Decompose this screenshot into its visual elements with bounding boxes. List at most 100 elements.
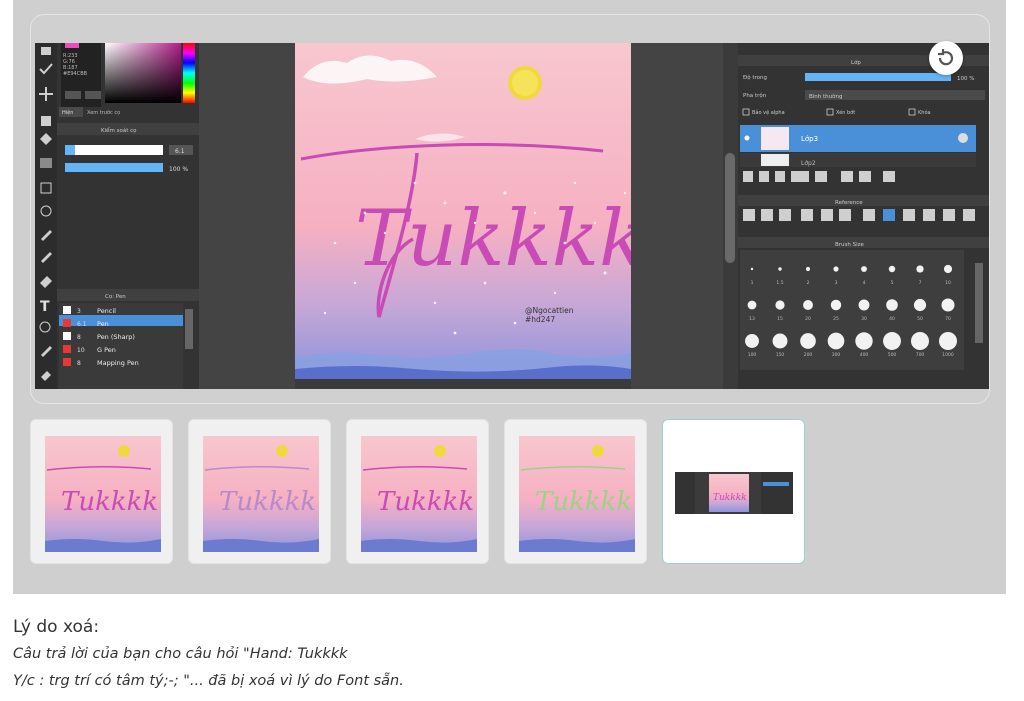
- brush-size-label: 40: [889, 316, 895, 322]
- color-tool-button[interactable]: [65, 91, 81, 99]
- thumbnail-lettering: Tukkkk: [61, 487, 158, 517]
- alpha-protect-label: Bảo vệ alpha: [752, 109, 785, 116]
- pen-size: 8: [77, 360, 81, 367]
- brush-size-label: 15: [777, 316, 783, 322]
- hue-slider[interactable]: [183, 43, 195, 103]
- gear-icon[interactable]: [958, 133, 968, 143]
- canvas-lettering: Tukkkk: [355, 194, 646, 284]
- image-gallery: T R:233 G:76 B:187 #E94CBB Hiện Xem trướ…: [13, 0, 1006, 594]
- brush-size-dot[interactable]: [747, 300, 757, 310]
- clip-label: Xén bớt: [836, 109, 855, 116]
- brush-size-title: Brush Size: [835, 242, 865, 248]
- eye-icon[interactable]: [744, 135, 750, 141]
- color-tool-button[interactable]: [85, 91, 101, 99]
- layer-thumbnail: [761, 127, 789, 150]
- brush-size-label: 13: [749, 316, 755, 322]
- brush-size-dot[interactable]: [805, 266, 811, 272]
- brush-size-dot[interactable]: [775, 300, 785, 310]
- canvas-scrollbar[interactable]: [725, 153, 735, 263]
- brush-size-label: 2: [807, 280, 810, 286]
- thumbnail-lettering: Tukkkk: [219, 487, 316, 517]
- brush-size-label: 30: [861, 316, 867, 322]
- brush-size-dot[interactable]: [883, 332, 901, 350]
- pen-list-header: [57, 289, 199, 301]
- thumbnail-2[interactable]: Tukkkk: [188, 419, 331, 564]
- brush-size-label: 25: [833, 316, 839, 322]
- pen-color-swatch: [63, 319, 71, 327]
- brush-size-label: 7: [919, 280, 922, 286]
- brush-size-label: 20: [805, 316, 811, 322]
- brush-size-dot[interactable]: [827, 332, 845, 350]
- brush-size-dot[interactable]: [800, 333, 816, 349]
- brush-size-slider[interactable]: [65, 145, 163, 155]
- brush-size-dot[interactable]: [858, 299, 870, 311]
- pen-size: 8: [77, 334, 81, 341]
- brush-size-label: 70: [945, 316, 951, 322]
- brush-size-dot[interactable]: [886, 299, 898, 311]
- pen-size: 10: [77, 347, 85, 354]
- brush-size-dot[interactable]: [888, 265, 896, 273]
- color-hex-value: #E94CBB: [63, 71, 88, 77]
- brush-size-dot[interactable]: [911, 332, 929, 350]
- brush-opacity-slider[interactable]: [65, 163, 163, 172]
- deletion-message-line2: Y/c : trg trí có tâm tý;-; "... đã bị xo…: [13, 673, 404, 689]
- brush-size-label: 50: [917, 316, 923, 322]
- brush-size-dot[interactable]: [830, 299, 842, 311]
- pen-color-swatch: [63, 345, 71, 353]
- brush-size-scrollbar[interactable]: [975, 263, 983, 343]
- brush-size-dot[interactable]: [916, 265, 924, 273]
- brush-size-value: 6.1: [175, 148, 185, 155]
- pen-name[interactable]: Pen: [97, 320, 109, 328]
- layer-panel-title: Lớp: [851, 59, 861, 66]
- brush-size-label: 500: [888, 352, 897, 358]
- preview-tab-label: Hiện: [62, 109, 73, 116]
- pen-color-swatch: [63, 332, 71, 340]
- watermark-hashtag: #hd247: [525, 315, 555, 324]
- app-screenshot: T R:233 G:76 B:187 #E94CBB Hiện Xem trướ…: [35, 43, 989, 389]
- brush-size-dot[interactable]: [745, 334, 759, 348]
- rotate-button[interactable]: [929, 41, 963, 75]
- layer-opacity-label: Độ trong: [743, 74, 767, 81]
- deletion-reason-heading: Lý do xoá:: [13, 617, 100, 637]
- main-image-frame[interactable]: T R:233 G:76 B:187 #E94CBB Hiện Xem trướ…: [30, 14, 990, 404]
- reference-panel-title: Reference: [835, 200, 863, 206]
- brush-size-label: 5: [891, 280, 894, 286]
- pen-name[interactable]: Mapping Pen: [97, 359, 139, 367]
- pen-list-scrollbar[interactable]: [185, 309, 193, 349]
- brush-size-dot[interactable]: [833, 266, 839, 272]
- pen-name[interactable]: G Pen: [97, 346, 116, 354]
- thumbnail-3[interactable]: Tukkkk: [346, 419, 489, 564]
- brush-size-dot[interactable]: [778, 267, 782, 271]
- brush-size-dot[interactable]: [913, 298, 927, 312]
- blend-mode-label: Pha trộn: [743, 92, 767, 99]
- brush-size-dot[interactable]: [803, 300, 813, 310]
- thumbnail-5[interactable]: Tukkkk: [662, 419, 805, 564]
- brush-size-label: 1000: [942, 352, 954, 358]
- rotate-icon: [938, 49, 954, 66]
- pen-name[interactable]: Pen (Sharp): [97, 333, 135, 341]
- brush-size-label: 200: [804, 352, 813, 358]
- thumbnail-4[interactable]: Tukkkk: [504, 419, 647, 564]
- brush-size-dot[interactable]: [943, 264, 953, 274]
- pen-size: 3: [77, 308, 81, 315]
- brush-size-dot[interactable]: [941, 298, 955, 312]
- pen-color-swatch: [63, 358, 71, 366]
- brush-size-dot[interactable]: [772, 333, 788, 349]
- pen-name[interactable]: Pencil: [97, 307, 116, 315]
- brush-size-dot[interactable]: [861, 266, 867, 272]
- brush-size-dot[interactable]: [750, 267, 754, 271]
- reference-panel-header: [738, 195, 989, 206]
- brush-size-label: 1: [751, 280, 754, 286]
- brush-size-label: 300: [832, 352, 841, 358]
- brush-size-dot[interactable]: [855, 332, 873, 350]
- thumbnail-1[interactable]: Tukkkk: [30, 419, 173, 564]
- brush-size-label: 4: [863, 280, 866, 286]
- thumbnail-lettering: Tukkkk: [535, 487, 632, 517]
- svg-text:T: T: [40, 299, 50, 315]
- deletion-message-line1: Câu trả lời của bạn cho câu hỏi "Hand: T…: [13, 646, 348, 662]
- brush-size-dot[interactable]: [939, 332, 957, 350]
- preview-label: Xem trước cọ: [87, 109, 120, 116]
- brush-size-label: 700: [916, 352, 925, 358]
- brush-size-label: 100: [748, 352, 757, 358]
- layer-opacity-value: 100 %: [957, 76, 974, 82]
